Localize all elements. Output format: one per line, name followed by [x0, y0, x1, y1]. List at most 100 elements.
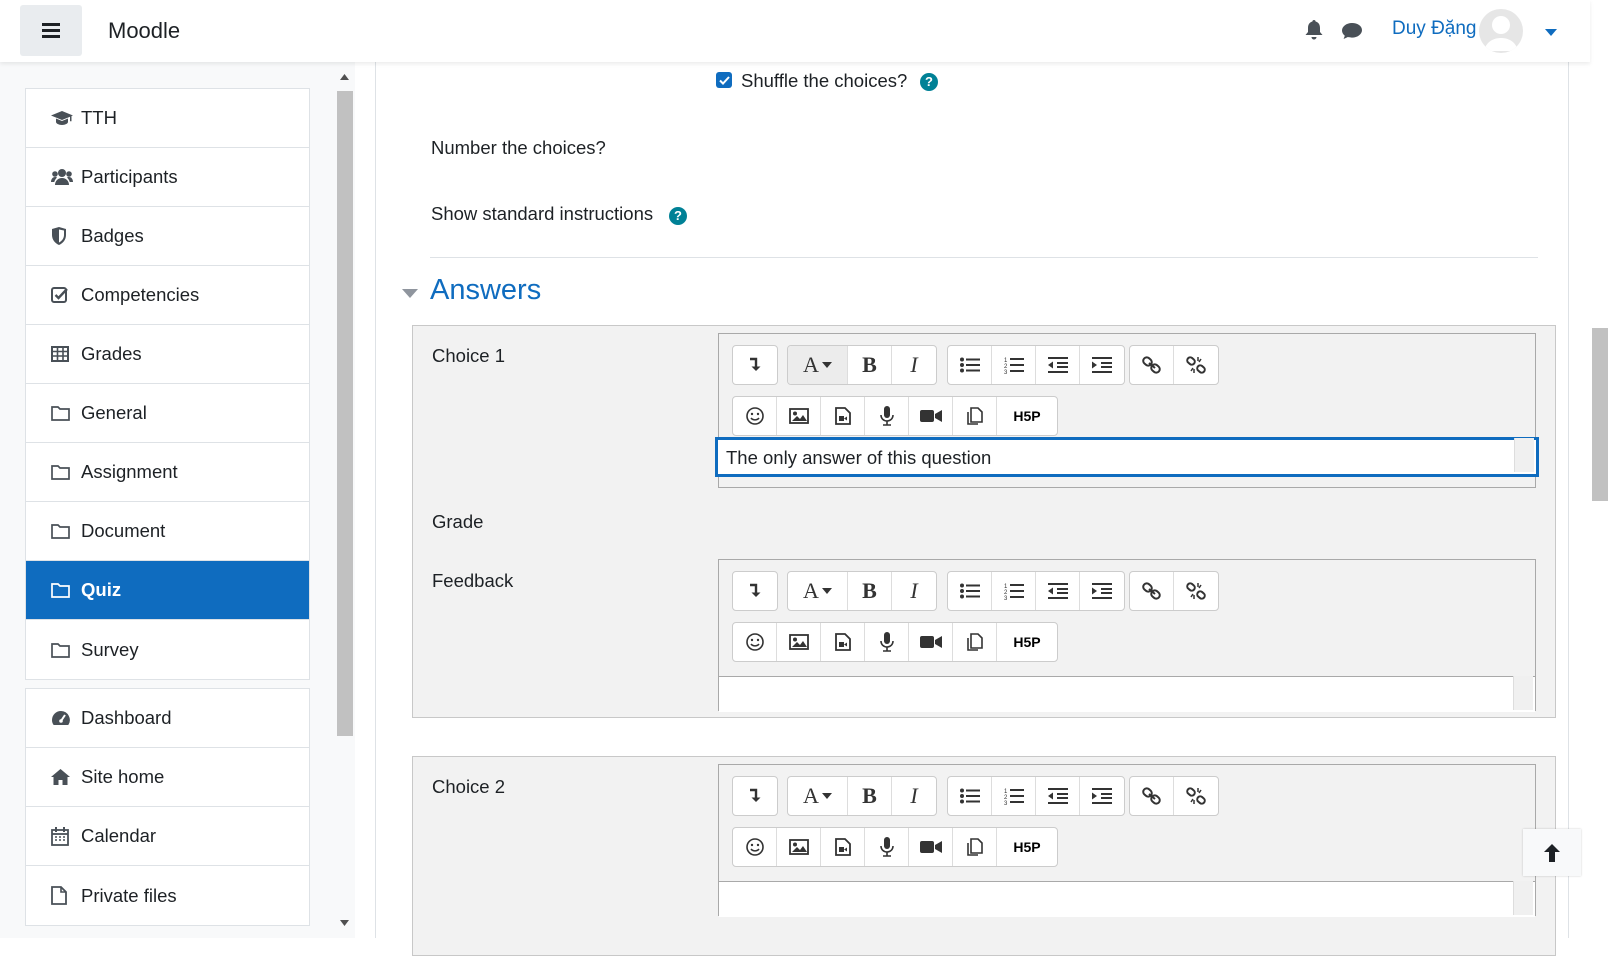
ordered-list-button[interactable]: 123	[992, 572, 1036, 610]
nav-item-calendar[interactable]: Calendar	[26, 807, 309, 866]
nav-item-dashboard[interactable]: Dashboard	[26, 689, 309, 748]
manage-files-button[interactable]	[953, 623, 997, 661]
grade-label: Grade	[432, 511, 484, 532]
link-button[interactable]	[1130, 346, 1174, 384]
record-audio-button[interactable]	[865, 397, 909, 435]
file-icon	[51, 886, 73, 906]
italic-button[interactable]: I	[892, 572, 936, 610]
choice-2-text-input[interactable]	[719, 881, 1535, 917]
textarea-resize-handle[interactable]	[1513, 881, 1533, 915]
media-button[interactable]	[821, 828, 865, 866]
unlink-button[interactable]	[1174, 346, 1218, 384]
video-camera-icon	[919, 636, 942, 648]
record-audio-button[interactable]	[865, 828, 909, 866]
nav-item-general[interactable]: General	[26, 384, 309, 443]
nav-item-private-files[interactable]: Private files	[26, 866, 309, 925]
back-to-top-button[interactable]	[1523, 829, 1581, 876]
shuffle-help-icon[interactable]: ?	[920, 73, 938, 91]
drawer-scrollbar[interactable]	[336, 70, 353, 930]
textarea-resize-handle[interactable]	[1514, 438, 1534, 472]
collapse-button[interactable]	[733, 346, 777, 384]
unordered-list-button[interactable]	[948, 777, 992, 815]
messages-icon[interactable]	[1341, 22, 1363, 45]
unlink-button[interactable]	[1174, 572, 1218, 610]
manage-files-button[interactable]	[953, 828, 997, 866]
nav-item-badges[interactable]: Badges	[26, 207, 309, 266]
italic-button[interactable]: I	[892, 346, 936, 384]
choice-1-text: The only answer of this question	[726, 447, 992, 468]
scroll-down-arrow-icon[interactable]	[340, 920, 349, 926]
unlink-icon	[1186, 787, 1206, 805]
font-style-button[interactable]: A	[788, 572, 848, 610]
outdent-button[interactable]	[1036, 346, 1080, 384]
record-video-button[interactable]	[909, 828, 953, 866]
media-button[interactable]	[821, 397, 865, 435]
italic-button[interactable]: I	[892, 777, 936, 815]
folder-icon	[51, 521, 73, 541]
feedback-1-text-input[interactable]	[719, 676, 1535, 712]
textarea-resize-handle[interactable]	[1513, 676, 1533, 710]
font-style-button[interactable]: A	[788, 346, 848, 384]
indent-button[interactable]	[1080, 572, 1124, 610]
shuffle-checkbox[interactable]	[716, 72, 732, 88]
answers-section-header[interactable]: Answers	[430, 274, 541, 307]
calendar-icon	[51, 826, 73, 846]
nav-item-grades[interactable]: Grades	[26, 325, 309, 384]
link-button[interactable]	[1130, 777, 1174, 815]
h5p-button[interactable]: H5P	[997, 828, 1057, 866]
emoticon-button[interactable]	[733, 623, 777, 661]
unlink-button[interactable]	[1174, 777, 1218, 815]
unordered-list-button[interactable]	[948, 346, 992, 384]
collapse-button[interactable]	[733, 777, 777, 815]
font-style-button[interactable]: A	[788, 777, 848, 815]
user-avatar[interactable]	[1479, 9, 1523, 53]
nav-item-competencies[interactable]: Competencies	[26, 266, 309, 325]
h5p-button[interactable]: H5P	[997, 623, 1057, 661]
image-button[interactable]	[777, 623, 821, 661]
h5p-button[interactable]: H5P	[997, 397, 1057, 435]
user-menu-name[interactable]: Duy Đặng	[1392, 18, 1477, 40]
unordered-list-button[interactable]	[948, 572, 992, 610]
record-video-button[interactable]	[909, 623, 953, 661]
user-menu-caret-icon[interactable]	[1545, 24, 1557, 42]
page-scrollbar-thumb[interactable]	[1592, 328, 1608, 501]
ordered-list-button[interactable]: 123	[992, 346, 1036, 384]
nav-item-tth[interactable]: TTH	[26, 89, 309, 148]
ordered-list-button[interactable]: 123	[992, 777, 1036, 815]
media-button[interactable]	[821, 623, 865, 661]
record-video-button[interactable]	[909, 397, 953, 435]
image-icon	[788, 408, 809, 424]
outdent-button[interactable]	[1036, 572, 1080, 610]
nav-item-site-home[interactable]: Site home	[26, 748, 309, 807]
nav-item-assignment[interactable]: Assignment	[26, 443, 309, 502]
drawer-scrollbar-thumb[interactable]	[337, 91, 353, 736]
bold-button[interactable]: B	[848, 572, 892, 610]
bold-button[interactable]: B	[848, 777, 892, 815]
manage-files-button[interactable]	[953, 397, 997, 435]
arrow-up-icon	[1544, 843, 1560, 862]
indent-button[interactable]	[1080, 777, 1124, 815]
choice-1-text-input[interactable]: The only answer of this question	[715, 437, 1539, 477]
image-button[interactable]	[777, 828, 821, 866]
nav-item-survey[interactable]: Survey	[26, 620, 309, 679]
emoticon-button[interactable]	[733, 828, 777, 866]
link-button[interactable]	[1130, 572, 1174, 610]
page-scrollbar[interactable]	[1590, 0, 1609, 938]
scroll-up-arrow-icon[interactable]	[340, 74, 349, 80]
collapse-caret-icon[interactable]	[402, 286, 418, 304]
bold-button[interactable]: B	[848, 346, 892, 384]
drawer-toggle-button[interactable]	[20, 5, 82, 56]
emoticon-button[interactable]	[733, 397, 777, 435]
ordered-list-icon: 123	[1004, 789, 1024, 805]
nav-item-document[interactable]: Document	[26, 502, 309, 561]
nav-item-quiz[interactable]: Quiz	[26, 561, 309, 620]
collapse-button[interactable]	[733, 572, 777, 610]
site-brand[interactable]: Moodle	[108, 18, 180, 44]
nav-item-participants[interactable]: Participants	[26, 148, 309, 207]
record-audio-button[interactable]	[865, 623, 909, 661]
notifications-bell-icon[interactable]	[1305, 20, 1323, 45]
indent-button[interactable]	[1080, 346, 1124, 384]
image-button[interactable]	[777, 397, 821, 435]
instructions-help-icon[interactable]: ?	[669, 207, 687, 225]
outdent-button[interactable]	[1036, 777, 1080, 815]
